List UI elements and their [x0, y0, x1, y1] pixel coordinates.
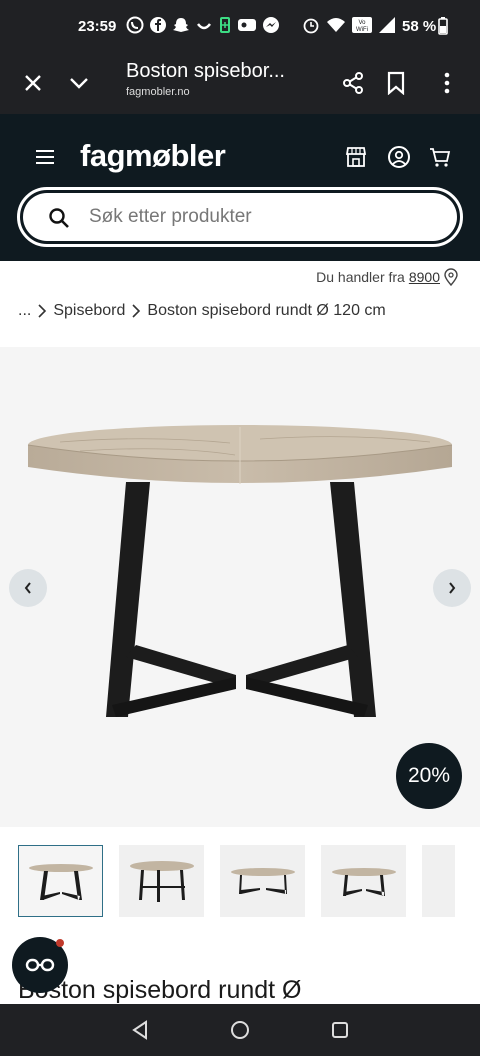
- thumbnail-image: [230, 868, 295, 894]
- battery-saver-icon: [220, 17, 230, 33]
- home-icon[interactable]: [230, 1020, 250, 1040]
- whatsapp-icon: [126, 16, 144, 34]
- vpn-icon: [238, 19, 256, 31]
- bookmark-button[interactable]: [381, 68, 411, 98]
- search-input[interactable]: [89, 193, 429, 241]
- status-bar: 23:59 Vo WiFi 58 %: [0, 0, 480, 52]
- status-time: 23:59: [78, 18, 117, 35]
- chevron-right-icon: [132, 304, 141, 318]
- svg-text:WiFi: WiFi: [356, 27, 368, 33]
- thumbnail-4[interactable]: [321, 845, 406, 917]
- system-icons: Vo WiFi: [302, 16, 396, 34]
- thumbnail-3[interactable]: [220, 845, 305, 917]
- bookmark-icon: [387, 71, 405, 95]
- back-icon[interactable]: [130, 1020, 150, 1040]
- site-logo[interactable]: fagmøbler: [80, 138, 226, 174]
- share-button[interactable]: [338, 68, 368, 98]
- location-postcode[interactable]: 8900: [409, 269, 440, 285]
- hamburger-menu-button[interactable]: [32, 144, 58, 170]
- chevron-right-icon: [38, 304, 47, 318]
- chevron-down-icon: [70, 78, 88, 89]
- wifi-icon: [327, 18, 345, 32]
- cart-icon: [430, 148, 451, 167]
- recents-icon[interactable]: [330, 1020, 350, 1040]
- breadcrumb-ellipsis[interactable]: ...: [18, 302, 31, 320]
- thumbnail-1[interactable]: [18, 845, 103, 917]
- account-button[interactable]: [386, 144, 412, 170]
- chevron-left-icon: [24, 582, 31, 594]
- chevron-right-icon: [449, 582, 456, 594]
- thumbnail-strip: [18, 845, 455, 919]
- battery-icon: [438, 17, 448, 35]
- more-vert-icon: [444, 72, 450, 94]
- gallery-next-button[interactable]: [433, 569, 471, 607]
- glasses-icon: [25, 958, 55, 972]
- map-pin-icon: [444, 268, 458, 286]
- breadcrumb-item-spisebord[interactable]: Spisebord: [53, 302, 125, 320]
- signal-icon: [379, 17, 395, 33]
- search-box: [23, 193, 457, 241]
- alarm-icon: [303, 18, 319, 34]
- share-icon: [343, 72, 363, 94]
- browser-toolbar: Boston spisebor... fagmobler.no: [0, 52, 480, 114]
- site-header: fagmøbler: [0, 114, 480, 261]
- thumbnail-5[interactable]: [422, 845, 455, 917]
- volte-icon: VoWiFi: [352, 17, 372, 33]
- cart-button[interactable]: [427, 144, 453, 170]
- close-icon: [25, 75, 41, 91]
- messenger-icon: [263, 17, 279, 33]
- system-navigation-bar: [0, 1004, 480, 1056]
- location-selector[interactable]: Du handler fra 8900: [316, 268, 458, 286]
- thumbnail-image: [129, 861, 194, 902]
- breadcrumb-item-current: Boston spisebord rundt Ø 120 cm: [147, 302, 386, 319]
- facebook-icon: [150, 17, 166, 33]
- smile-icon: [197, 23, 211, 30]
- menu-button[interactable]: [432, 68, 462, 98]
- compare-fab-button[interactable]: [12, 937, 68, 993]
- location-label: Du handler fra: [316, 269, 405, 285]
- snapchat-icon: [173, 18, 189, 32]
- stores-button[interactable]: [343, 144, 369, 170]
- minimize-button[interactable]: [64, 68, 94, 98]
- store-icon: [345, 147, 367, 167]
- close-tab-button[interactable]: [18, 68, 48, 98]
- svg-text:Vo: Vo: [358, 20, 366, 26]
- thumbnail-2[interactable]: [119, 845, 204, 917]
- gallery-prev-button[interactable]: [9, 569, 47, 607]
- battery-percent: 58 %: [402, 18, 437, 35]
- user-icon: [388, 146, 410, 168]
- thumbnail-image: [28, 864, 93, 900]
- search-icon[interactable]: [47, 206, 71, 230]
- notification-dot: [56, 939, 64, 947]
- hamburger-icon: [36, 150, 54, 164]
- discount-badge: 20%: [396, 743, 462, 809]
- page-url: fagmobler.no: [126, 86, 190, 98]
- breadcrumb: ... Spisebord Boston spisebord rundt Ø 1…: [18, 302, 386, 320]
- notification-icons: [126, 16, 280, 34]
- search-bar: [17, 187, 463, 247]
- page-title: Boston spisebor...: [126, 60, 285, 82]
- thumbnail-image: [331, 868, 396, 896]
